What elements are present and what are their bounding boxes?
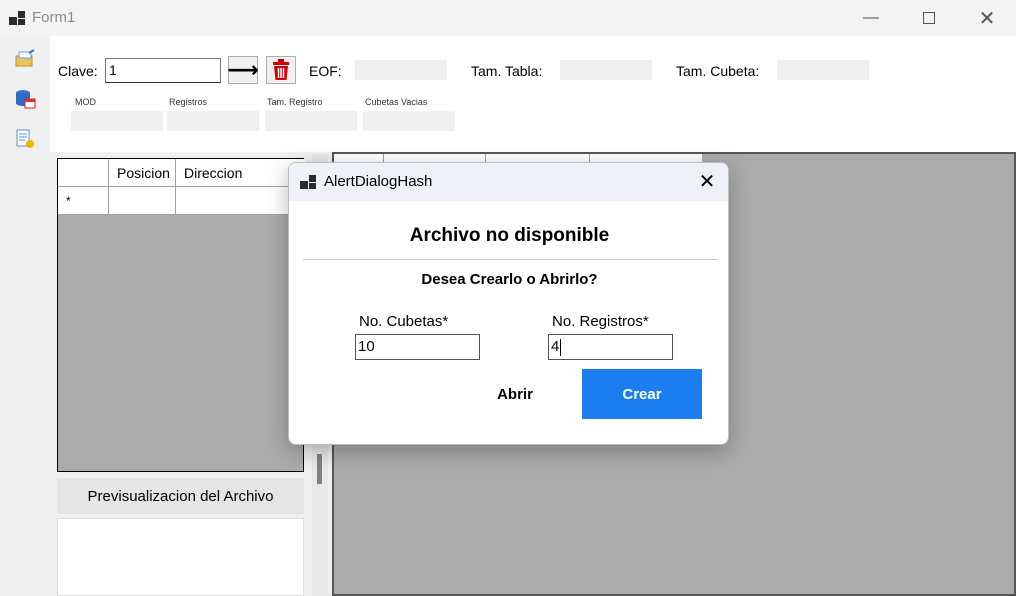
dialog-title: AlertDialogHash bbox=[324, 173, 433, 190]
maximize-button[interactable] bbox=[900, 0, 958, 36]
row-marker: * bbox=[58, 187, 109, 215]
tam-tabla-label: Tam. Tabla: bbox=[471, 63, 543, 79]
dialog-heading: Archivo no disponible bbox=[409, 225, 610, 246]
eof-value bbox=[355, 60, 447, 80]
app-icon bbox=[9, 11, 25, 25]
open-file-button[interactable] bbox=[14, 48, 36, 70]
column-posicion[interactable]: Posicion bbox=[109, 159, 176, 187]
close-button[interactable]: ✕ bbox=[958, 0, 1016, 36]
clave-label: Clave: bbox=[58, 63, 98, 79]
cubetas-label: No. Cubetas* bbox=[359, 313, 449, 330]
dialog-close-button[interactable]: ✕ bbox=[694, 169, 720, 194]
clave-input[interactable]: 1 bbox=[105, 58, 221, 83]
arrow-right-icon: ⟶ bbox=[227, 57, 259, 82]
abrir-button[interactable]: Abrir bbox=[475, 377, 555, 411]
registros-input-value: 4 bbox=[551, 338, 560, 355]
left-toolbar bbox=[0, 36, 50, 596]
database-button[interactable] bbox=[14, 88, 36, 110]
title-bar: Form1 — ✕ bbox=[0, 0, 1016, 36]
records-grid-header bbox=[334, 154, 702, 162]
dialog-separator bbox=[303, 259, 718, 260]
cubetas-vacias-label: Cubetas Vacias bbox=[365, 97, 428, 107]
preview-file-button[interactable]: Previsualizacion del Archivo bbox=[57, 478, 304, 514]
tam-tabla-value bbox=[560, 60, 652, 80]
window-title: Form1 bbox=[32, 9, 76, 26]
text-caret bbox=[560, 338, 562, 356]
grid-corner bbox=[58, 159, 109, 187]
top-bar: Clave: 1 ⟶ EOF: Tam. Tabla: Tam. Cubeta:… bbox=[50, 36, 1016, 152]
crear-button[interactable]: Crear bbox=[582, 369, 702, 419]
tam-cubeta-label: Tam. Cubeta: bbox=[676, 63, 760, 79]
cubetas-vacias-value bbox=[363, 111, 455, 131]
cell-direccion[interactable] bbox=[176, 187, 305, 215]
minimize-button[interactable]: — bbox=[842, 0, 900, 36]
tam-registro-label: Tam. Registro bbox=[267, 97, 323, 107]
open-folder-icon bbox=[15, 49, 35, 67]
delete-button[interactable] bbox=[266, 56, 296, 84]
mod-label: MOD bbox=[75, 97, 96, 107]
table-row[interactable]: * bbox=[58, 187, 305, 215]
new-document-button[interactable] bbox=[14, 128, 36, 150]
eof-label: EOF: bbox=[309, 63, 342, 79]
registros-label: Registros bbox=[169, 97, 208, 107]
column-direccion[interactable]: Direccion bbox=[176, 159, 305, 187]
document-add-icon bbox=[16, 129, 34, 148]
database-icon bbox=[16, 90, 36, 109]
close-icon: ✕ bbox=[698, 171, 716, 193]
cell-posicion[interactable] bbox=[109, 187, 176, 215]
grid-header: Posicion Direccion bbox=[58, 159, 305, 187]
preview-area bbox=[57, 518, 304, 596]
registros-value bbox=[167, 111, 259, 131]
dialog-app-icon bbox=[300, 175, 316, 189]
trash-icon bbox=[273, 59, 289, 80]
tam-cubeta-value bbox=[777, 60, 869, 80]
mod-value bbox=[71, 111, 163, 131]
registros-input[interactable]: 4 bbox=[548, 334, 673, 360]
dialog-title-bar: AlertDialogHash ✕ bbox=[289, 163, 728, 201]
scrollbar-thumb[interactable] bbox=[317, 454, 322, 484]
hash-table-grid[interactable]: Posicion Direccion * bbox=[57, 158, 305, 472]
search-button[interactable]: ⟶ bbox=[227, 56, 259, 84]
maximize-icon bbox=[923, 12, 935, 24]
alert-dialog: AlertDialogHash ✕ Archivo no disponible … bbox=[288, 162, 729, 445]
registros-label: No. Registros* bbox=[552, 313, 649, 330]
tam-registro-value bbox=[265, 111, 357, 131]
cubetas-input[interactable]: 10 bbox=[355, 334, 480, 360]
dialog-subtitle: Desea Crearlo o Abrirlo? bbox=[421, 271, 598, 288]
